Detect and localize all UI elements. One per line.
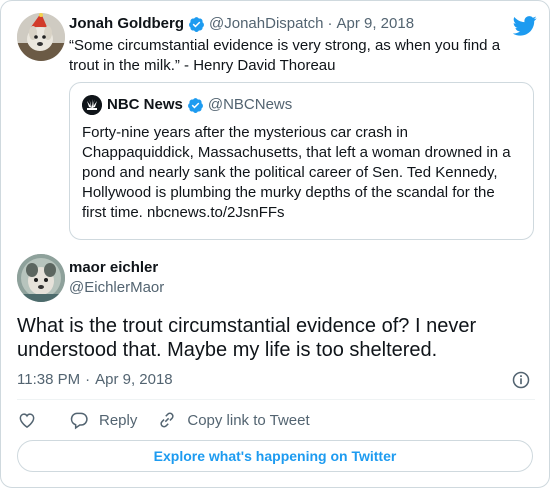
explore-twitter-button[interactable]: Explore what's happening on Twitter: [17, 440, 533, 472]
quoted-author-name[interactable]: NBC News: [107, 95, 183, 115]
quoted-tweet[interactable]: NBC News @NBCNews Forty-nine years after…: [69, 82, 534, 240]
author-name[interactable]: Jonah Goldberg: [69, 15, 184, 33]
copy-link-label: Copy link to Tweet: [187, 411, 310, 429]
parent-tweet-header: Jonah Goldberg @JonahDispatch · Apr 9, 2…: [69, 15, 537, 33]
quoted-author-handle[interactable]: @NBCNews: [208, 95, 292, 115]
tweet-embed-card: Jonah Goldberg @JonahDispatch · Apr 9, 2…: [0, 0, 550, 488]
author-handle[interactable]: @JonahDispatch: [209, 15, 323, 33]
info-icon[interactable]: [511, 370, 531, 390]
nbc-peacock-icon: [82, 95, 102, 115]
twitter-bird-icon[interactable]: [513, 16, 537, 36]
tweet-meta: 11:38 PM · Apr 9, 2018: [17, 369, 535, 391]
parent-tweet[interactable]: Jonah Goldberg @JonahDispatch · Apr 9, 2…: [17, 11, 537, 241]
verified-badge-icon: [189, 16, 204, 32]
quoted-tweet-text: Forty-nine years after the mysterious ca…: [82, 124, 511, 221]
tweet-date[interactable]: Apr 9, 2018: [336, 15, 414, 33]
reply-button[interactable]: Reply: [69, 410, 137, 430]
reply-tweet-header: maor eichler @EichlerMaor: [17, 254, 517, 304]
heart-icon: [19, 413, 35, 428]
reply-label: Reply: [99, 411, 138, 429]
link-icon: [160, 412, 174, 428]
separator: ·: [327, 15, 333, 32]
verified-badge-icon: [187, 97, 203, 113]
divider: [17, 399, 535, 400]
tweet-time[interactable]: 11:38 PM: [17, 369, 80, 391]
tweet-date[interactable]: Apr 9, 2018: [95, 369, 173, 391]
avatar[interactable]: [17, 254, 65, 302]
reply-author-block: maor eichler @EichlerMaor: [69, 258, 164, 298]
tweet-text: “Some circumstantial evidence is very st…: [69, 37, 501, 74]
parent-tweet-body: Jonah Goldberg @JonahDispatch · Apr 9, 2…: [69, 15, 537, 76]
author-handle[interactable]: @EichlerMaor: [69, 278, 164, 298]
reply-tweet-text: What is the trout circumstantial evidenc…: [17, 315, 477, 361]
separator: ·: [85, 371, 91, 388]
author-name[interactable]: maor eichler: [69, 258, 164, 278]
quoted-tweet-header: NBC News @NBCNews: [82, 95, 521, 115]
tweet-actions: Reply Copy link to Tweet: [17, 407, 535, 433]
copy-link-button[interactable]: Copy link to Tweet: [157, 410, 310, 430]
like-button[interactable]: [17, 410, 37, 430]
reply-icon: [70, 412, 88, 430]
avatar[interactable]: [17, 13, 65, 61]
